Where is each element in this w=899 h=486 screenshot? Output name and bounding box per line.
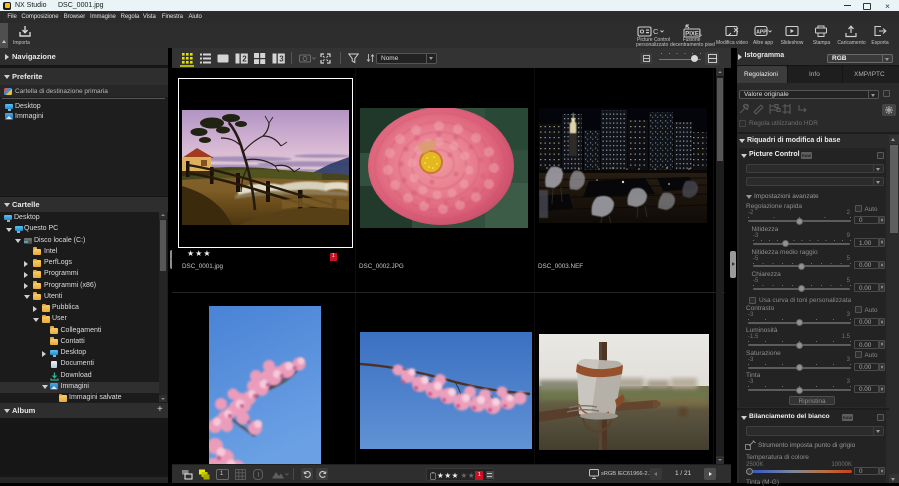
svg-text:C: C (653, 27, 659, 36)
svg-text:APP: APP (756, 30, 767, 36)
svg-text:3: 3 (279, 54, 284, 63)
svg-text:2: 2 (242, 54, 247, 63)
